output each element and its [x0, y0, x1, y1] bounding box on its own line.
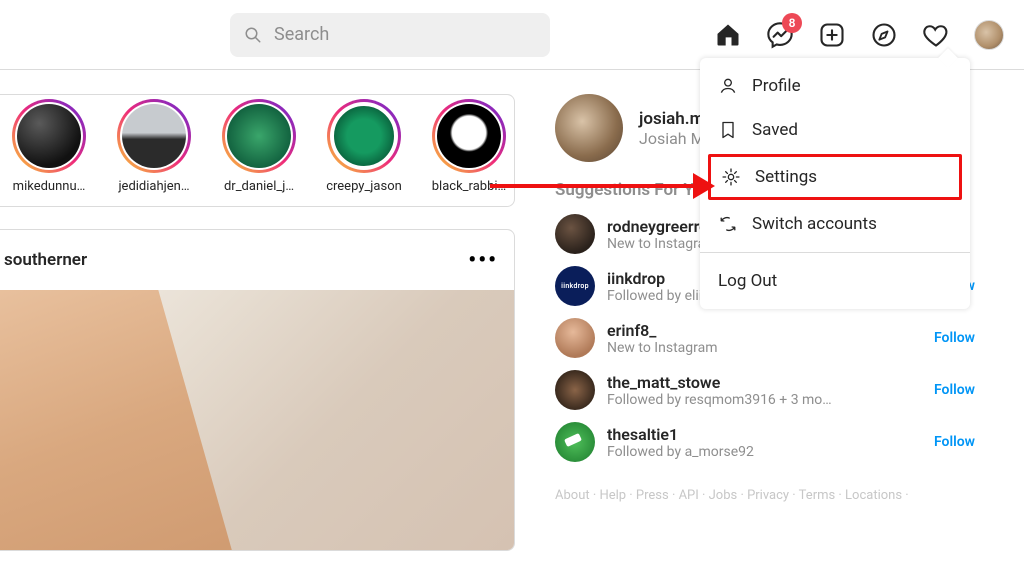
profile-avatar[interactable] [974, 20, 1004, 50]
footer-links[interactable]: About · Help · Press · API · Jobs · Priv… [555, 484, 955, 507]
dropdown-profile-label: Profile [752, 76, 801, 96]
suggestion-avatar[interactable] [555, 214, 595, 254]
suggestion-avatar[interactable] [555, 422, 595, 462]
suggestion-avatar[interactable] [555, 266, 595, 306]
story-label: jedidiahjen… [118, 179, 189, 194]
header-nav: 8 [714, 20, 1004, 50]
search-wrap: Search [230, 13, 550, 57]
suggestion-sub: New to Instagram [607, 340, 718, 356]
dropdown-logout[interactable]: Log Out [700, 259, 970, 303]
post-more-icon[interactable]: ••• [468, 248, 498, 273]
messenger-badge: 8 [782, 13, 802, 33]
dropdown-switch[interactable]: Switch accounts [700, 202, 970, 246]
dropdown-separator [700, 252, 970, 253]
home-icon[interactable] [714, 21, 742, 49]
suggestion-sub: Followed by a_morse92 [607, 444, 754, 460]
gear-icon [721, 167, 741, 187]
activity-icon[interactable] [922, 21, 950, 49]
post-card: southerner ••• [0, 229, 515, 551]
suggestion-name[interactable]: the_matt_stowe [607, 373, 832, 392]
story-item[interactable]: dr_daniel_j… [214, 99, 304, 194]
dropdown-profile[interactable]: Profile [700, 64, 970, 108]
dropdown-settings[interactable]: Settings [708, 154, 962, 200]
stories-tray: mikedunnu… jedidiahjen… dr_daniel_j… cre… [0, 94, 515, 207]
dropdown-logout-label: Log Out [718, 271, 777, 291]
search-input[interactable]: Search [230, 13, 550, 57]
current-user-avatar [555, 94, 623, 162]
post-image[interactable] [0, 290, 514, 550]
story-item[interactable]: mikedunnu… [4, 99, 94, 194]
story-item[interactable]: creepy_jason [319, 99, 409, 194]
suggestion-name[interactable]: thesaltie1 [607, 425, 754, 444]
dropdown-saved-label: Saved [752, 120, 798, 140]
follow-link[interactable]: Follow [934, 330, 975, 346]
switch-icon [718, 214, 738, 234]
suggestion-sub: Followed by resqmom3916 + 3 mo… [607, 392, 832, 408]
story-label: mikedunnu… [13, 179, 86, 194]
feed-column: mikedunnu… jedidiahjen… dr_daniel_j… cre… [0, 94, 515, 551]
dropdown-saved[interactable]: Saved [700, 108, 970, 152]
messenger-icon[interactable]: 8 [766, 21, 794, 49]
post-header: southerner ••• [0, 230, 514, 290]
suggestion-avatar[interactable] [555, 318, 595, 358]
story-label: black_rabbi… [432, 179, 506, 194]
bookmark-icon [718, 120, 738, 140]
profile-icon [718, 76, 738, 96]
follow-link[interactable]: Follow [934, 382, 975, 398]
profile-dropdown: Profile Saved Settings Switch accounts L… [700, 58, 970, 309]
story-label: dr_daniel_j… [224, 179, 294, 194]
story-item[interactable]: black_rabbi… [424, 99, 514, 194]
suggestion-avatar[interactable] [555, 370, 595, 410]
dropdown-settings-label: Settings [755, 167, 817, 187]
post-username[interactable]: southerner [4, 250, 87, 270]
follow-link[interactable]: Follow [934, 434, 975, 450]
dropdown-switch-label: Switch accounts [752, 214, 877, 234]
story-item[interactable]: jedidiahjen… [109, 99, 199, 194]
explore-icon[interactable] [870, 21, 898, 49]
suggestion-name[interactable]: erinf8_ [607, 321, 718, 340]
new-post-icon[interactable] [818, 21, 846, 49]
suggestion-item: erinf8_New to Instagram Follow [555, 318, 975, 358]
suggestion-item: the_matt_stoweFollowed by resqmom3916 + … [555, 370, 975, 410]
story-label: creepy_jason [326, 179, 402, 194]
search-placeholder: Search [274, 24, 329, 45]
suggestion-item: thesaltie1Followed by a_morse92 Follow [555, 422, 975, 462]
search-icon [244, 26, 262, 44]
